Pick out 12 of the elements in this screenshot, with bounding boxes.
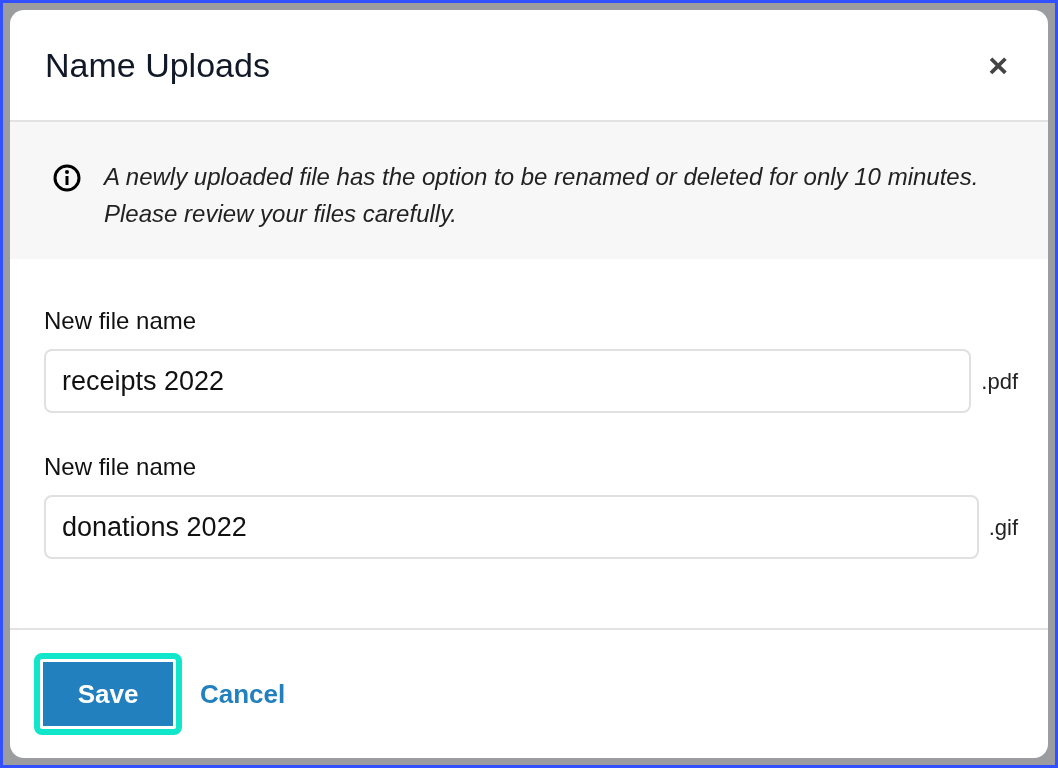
notice-text: A newly uploaded file has the option to be renamed or deleted for only 10 minutes. Please review your files carefully. (104, 162, 980, 229)
info-icon (52, 163, 82, 193)
field-label: New file name (44, 306, 198, 336)
cancel-link[interactable]: Cancel (186, 653, 300, 735)
field-label: New file name (44, 452, 198, 482)
file-extension: .gif (988, 513, 1018, 542)
save-button[interactable]: Save (34, 653, 182, 735)
file-name-field[interactable]: receipts 2022 (44, 349, 972, 413)
dialog-title: Name Uploads (45, 44, 270, 86)
file-extension: .pdf (981, 367, 1018, 396)
file-name-field[interactable]: donations 2022 (44, 495, 979, 559)
close-button[interactable]: × (988, 48, 1008, 82)
